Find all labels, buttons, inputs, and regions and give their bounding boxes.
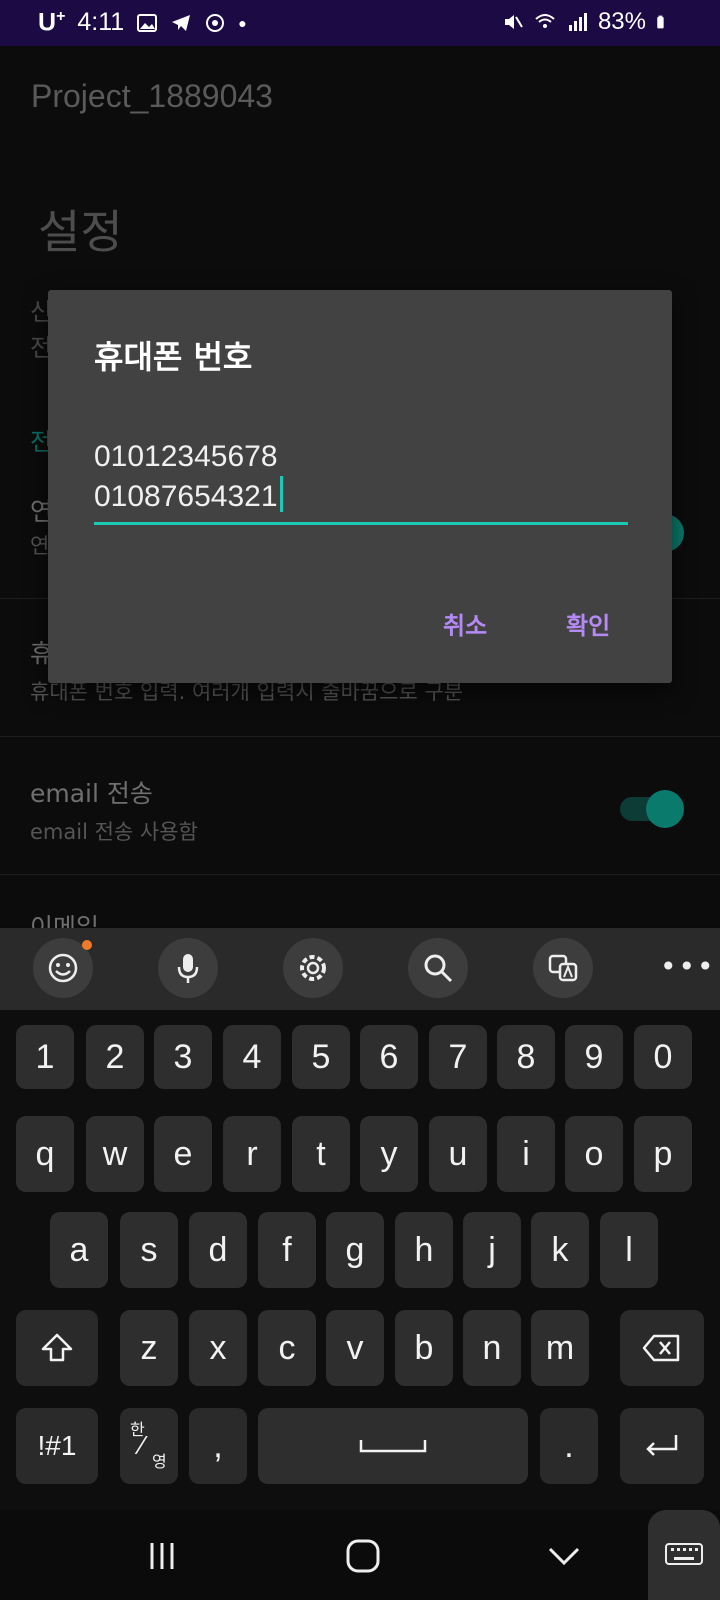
key-o[interactable]: o (565, 1116, 623, 1192)
key-3[interactable]: 3 (154, 1025, 212, 1089)
key-0[interactable]: 0 (634, 1025, 692, 1089)
input-underline (94, 522, 628, 525)
key-h[interactable]: h (395, 1212, 453, 1288)
key-f[interactable]: f (258, 1212, 316, 1288)
key-8[interactable]: 8 (497, 1025, 555, 1089)
key-6[interactable]: 6 (360, 1025, 418, 1089)
key-m[interactable]: m (531, 1310, 589, 1386)
input-line: 01012345678 (94, 440, 278, 473)
key-x[interactable]: x (189, 1310, 247, 1386)
key-d[interactable]: d (189, 1212, 247, 1288)
key-4[interactable]: 4 (223, 1025, 281, 1089)
dialog-title: 휴대폰 번호 (94, 338, 253, 376)
key-1[interactable]: 1 (16, 1025, 74, 1089)
key-e[interactable]: e (154, 1116, 212, 1192)
comma-key[interactable]: , (189, 1408, 247, 1484)
key-v[interactable]: v (326, 1310, 384, 1386)
key-a[interactable]: a (50, 1212, 108, 1288)
clock: 4:11 (77, 8, 125, 37)
search-icon[interactable] (408, 938, 468, 998)
cancel-button[interactable]: 취소 (443, 606, 487, 641)
key-2[interactable]: 2 (86, 1025, 144, 1089)
key-t[interactable]: t (292, 1116, 350, 1192)
key-5[interactable]: 5 (292, 1025, 350, 1089)
app-notification-icon (206, 13, 225, 32)
text-cursor (279, 476, 283, 512)
enter-key[interactable] (620, 1408, 704, 1484)
status-bar: U+ 4:11 ● 83% (0, 0, 720, 46)
symbols-key[interactable]: !#1 (16, 1408, 98, 1484)
shift-icon (41, 1333, 73, 1362)
phone-number-input[interactable]: 01012345678 01087654321 (94, 438, 628, 525)
key-n[interactable]: n (463, 1310, 521, 1386)
enter-icon (646, 1435, 678, 1456)
email-setting-subtitle: email 전송 사용함 (30, 820, 198, 844)
language-key[interactable]: 한 ⁄ 영 (120, 1408, 178, 1484)
ok-button[interactable]: 확인 (566, 606, 610, 641)
key-l[interactable]: l (600, 1212, 658, 1288)
recent-apps-icon (150, 1543, 174, 1569)
key-z[interactable]: z (120, 1310, 178, 1386)
wifi-icon (535, 14, 555, 28)
mute-icon (504, 15, 523, 29)
input-line: 01087654321 (94, 476, 628, 516)
key-w[interactable]: w (86, 1116, 144, 1192)
carrier-label: U+ (38, 8, 66, 37)
key-c[interactable]: c (258, 1310, 316, 1386)
backspace-key[interactable] (620, 1310, 704, 1386)
battery-icon (657, 15, 664, 29)
phone-number-dialog: 휴대폰 번호 01012345678 01087654321 취소 확인 (48, 290, 672, 683)
key-i[interactable]: i (497, 1116, 555, 1192)
key-9[interactable]: 9 (565, 1025, 623, 1089)
chevron-down-icon (548, 1547, 580, 1566)
key-k[interactable]: k (531, 1212, 589, 1288)
gear-icon[interactable] (283, 938, 343, 998)
gallery-icon (137, 13, 158, 32)
space-key[interactable] (258, 1408, 528, 1484)
more-icon[interactable]: ••• (660, 950, 716, 983)
notification-dot: ● (238, 14, 247, 31)
home-icon (346, 1539, 380, 1573)
email-toggle-switch[interactable] (620, 788, 684, 828)
emoji-badge (82, 940, 92, 950)
mic-icon[interactable] (158, 938, 218, 998)
keyboard: ••• 1 2 3 4 5 6 7 8 9 0 q w e r t y u i … (0, 928, 720, 1510)
key-p[interactable]: p (634, 1116, 692, 1192)
keyboard-toolbar: ••• (0, 928, 720, 1010)
period-key[interactable]: . (540, 1408, 598, 1484)
key-7[interactable]: 7 (429, 1025, 487, 1089)
page-title: 설정 (38, 205, 123, 259)
setting-subtitle: 연 (30, 534, 50, 558)
backspace-icon (642, 1334, 680, 1362)
app-title: Project_1889043 (31, 78, 273, 114)
key-q[interactable]: q (16, 1116, 74, 1192)
key-j[interactable]: j (463, 1212, 521, 1288)
divider (0, 874, 720, 875)
battery-percent: 83% (597, 8, 646, 35)
divider (0, 736, 720, 737)
key-r[interactable]: r (223, 1116, 281, 1192)
home-button[interactable] (333, 1526, 393, 1586)
key-y[interactable]: y (360, 1116, 418, 1192)
hide-keyboard-button[interactable] (648, 1510, 720, 1600)
space-icon (359, 1440, 427, 1453)
navigation-bar (0, 1510, 720, 1600)
recent-apps-button[interactable] (132, 1526, 192, 1586)
keyboard-icon (665, 1543, 703, 1565)
translate-icon[interactable] (533, 938, 593, 998)
back-button[interactable] (534, 1526, 594, 1586)
signal-icon (568, 13, 587, 31)
telegram-icon (172, 14, 191, 31)
key-u[interactable]: u (429, 1116, 487, 1192)
key-g[interactable]: g (326, 1212, 384, 1288)
key-s[interactable]: s (120, 1212, 178, 1288)
shift-key[interactable] (16, 1310, 98, 1386)
key-b[interactable]: b (395, 1310, 453, 1386)
email-setting-title[interactable]: email 전송 (30, 774, 153, 810)
